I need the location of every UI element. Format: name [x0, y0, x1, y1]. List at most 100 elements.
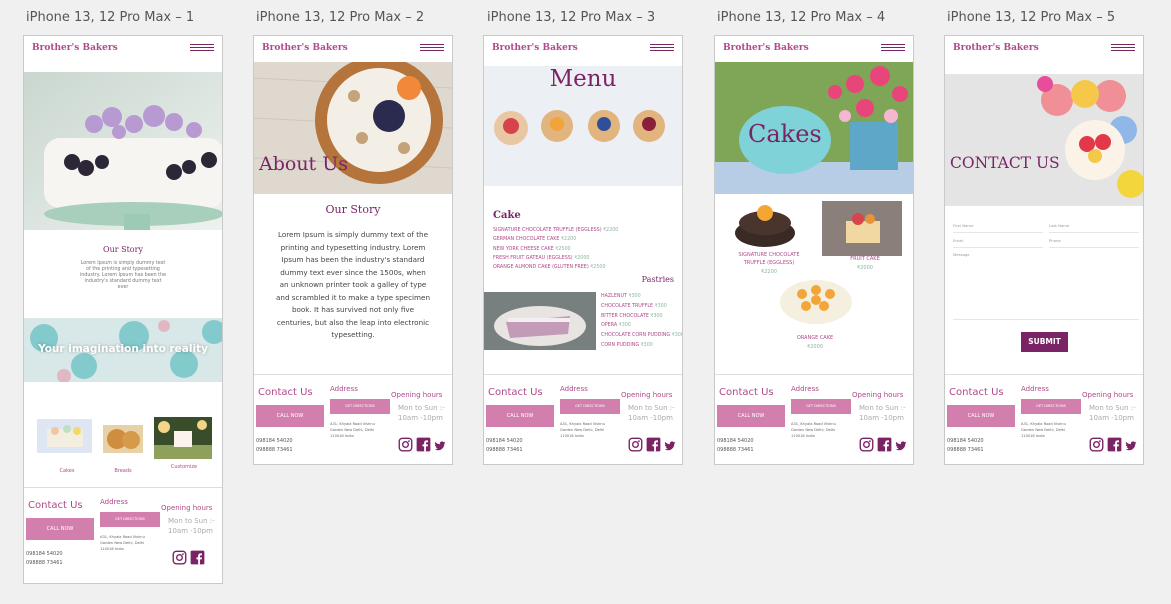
footer-hours-text: Mon to Sun :- 10am -10pm — [168, 516, 215, 536]
message-field[interactable]: Message — [953, 248, 1139, 320]
brand-logo[interactable]: Brother's Bakers — [953, 43, 1039, 53]
cake-item-2[interactable]: FRUIT CAKE ₹2000 — [830, 255, 900, 271]
contact-hero-image — [945, 74, 1143, 206]
phone-field[interactable]: Phone — [1049, 234, 1139, 248]
footer-contact-title: Contact Us — [719, 387, 774, 398]
pastry-item-name: CHOCOLATE CORN PUDDING — [601, 333, 672, 339]
cake-item-price: ₹2500 — [590, 265, 606, 271]
phone-2[interactable]: 098888 73461 — [26, 559, 63, 568]
cakes-heading: Cakes — [748, 120, 822, 148]
phone-1[interactable]: 098184 54020 — [486, 437, 523, 446]
facebook-icon[interactable] — [1107, 437, 1122, 452]
brand-logo[interactable]: Brother's Bakers — [32, 43, 118, 53]
phone-2[interactable]: 098888 73461 — [256, 446, 293, 455]
cake-item-image-3[interactable] — [777, 276, 855, 328]
phone-2[interactable]: 098888 73461 — [717, 446, 754, 455]
about-story-text: Lorem Ipsum is simply dummy text of the … — [276, 230, 430, 339]
instagram-icon[interactable] — [398, 437, 413, 452]
footer-phones: 098184 54020 098888 73461 — [486, 437, 523, 455]
pastry-item-name: CORN PUDDING — [601, 342, 641, 348]
header: Brother's Bakers — [24, 36, 222, 62]
hours-time: 10am -10pm — [859, 414, 904, 422]
instagram-icon[interactable] — [1089, 437, 1104, 452]
footer-phones: 098184 54020 098888 73461 — [717, 437, 754, 455]
call-now-button[interactable]: CALL NOW — [947, 405, 1015, 427]
facebook-icon[interactable] — [646, 437, 661, 452]
hours-time: 10am -10pm — [398, 414, 443, 422]
footer-address-title: Address — [791, 385, 819, 393]
hamburger-menu-icon[interactable] — [420, 44, 444, 54]
call-now-button[interactable]: CALL NOW — [717, 405, 785, 427]
instagram-icon[interactable] — [172, 550, 187, 565]
pastry-item: BITTER CHOCOLATE ₹300 — [601, 312, 682, 322]
submit-button[interactable]: SUBMIT — [1021, 332, 1068, 352]
hamburger-menu-icon[interactable] — [881, 44, 905, 54]
twitter-icon[interactable] — [1125, 440, 1137, 452]
pastry-item-price: ₹300 — [650, 313, 663, 319]
instagram-icon[interactable] — [859, 437, 874, 452]
hamburger-menu-icon[interactable] — [650, 44, 674, 54]
footer-address-text: A31, Khyala Road Vishnu Garden New Delhi… — [791, 422, 836, 438]
header: Brother's Bakers — [945, 36, 1143, 62]
get-directions-button[interactable]: GET DIRECTIONS — [791, 399, 851, 414]
cake-item: GERMAN CHOCOLATE CAKE ₹2200 — [493, 235, 618, 244]
cake-item-name: NEW YORK CHEESE CAKE — [493, 246, 556, 252]
category-customize-label[interactable]: Customize — [155, 464, 213, 470]
cake-item-1[interactable]: SIGNATURE CHOCOLATE TRUFFLE (EGGLESS) ₹22… — [729, 251, 809, 275]
hamburger-menu-icon[interactable] — [1111, 44, 1135, 54]
twitter-icon[interactable] — [664, 440, 676, 452]
category-breads-label[interactable]: Breads — [93, 468, 153, 474]
cake-item-price: ₹2500 — [555, 246, 571, 252]
footer-hours-text: Mon to Sun :- 10am -10pm — [1089, 403, 1136, 423]
pastry-item-name: CHOCOLATE TRUFFLE — [601, 303, 655, 309]
footer-phones: 098184 54020 098888 73461 — [947, 437, 984, 455]
cake-item-image-1[interactable] — [731, 199, 799, 251]
instagram-icon[interactable] — [628, 437, 643, 452]
get-directions-button[interactable]: GET DIRECTIONS — [1021, 399, 1081, 414]
footer-hours-text: Mon to Sun :- 10am -10pm — [628, 403, 675, 423]
footer-hours-text: Mon to Sun :- 10am -10pm — [859, 403, 906, 423]
twitter-icon[interactable] — [895, 440, 907, 452]
get-directions-button[interactable]: GET DIRECTIONS — [330, 399, 390, 414]
footer-contact-title: Contact Us — [258, 387, 313, 398]
phone-1[interactable]: 098184 54020 — [717, 437, 754, 446]
phone-1[interactable]: 098184 54020 — [26, 550, 63, 559]
cake-item-name: ORANGE CAKE — [796, 335, 834, 341]
brand-logo[interactable]: Brother's Bakers — [492, 43, 578, 53]
facebook-icon[interactable] — [877, 437, 892, 452]
call-now-button[interactable]: CALL NOW — [486, 405, 554, 427]
pastry-item-price: ₹300 — [671, 333, 683, 339]
call-now-button[interactable]: CALL NOW — [256, 405, 324, 427]
hours-days: Mon to Sun :- — [628, 404, 675, 412]
last-name-field[interactable]: Last Name — [1049, 219, 1139, 233]
cake-section-title: Cake — [493, 210, 521, 221]
phone-1[interactable]: 098184 54020 — [947, 437, 984, 446]
artboard-title-4: iPhone 13, 12 Pro Max – 4 — [717, 10, 886, 25]
home-screen: Brother's Bakers Our Story Lorem Ipsum i… — [23, 35, 223, 584]
email-field[interactable]: Email — [953, 234, 1043, 248]
contact-heading: CONTACT US — [950, 154, 1060, 172]
brand-logo[interactable]: Brother's Bakers — [262, 43, 348, 53]
cake-item-3[interactable]: ORANGE CAKE ₹2000 — [775, 334, 855, 350]
hamburger-menu-icon[interactable] — [190, 44, 214, 54]
phone-2[interactable]: 098888 73461 — [947, 446, 984, 455]
category-customize-image[interactable] — [154, 417, 212, 459]
phone-2[interactable]: 098888 73461 — [486, 446, 523, 455]
get-directions-button[interactable]: GET DIRECTIONS — [100, 512, 160, 527]
call-now-button[interactable]: CALL NOW — [26, 518, 94, 540]
cake-item-image-2[interactable] — [822, 201, 902, 256]
category-cakes-label[interactable]: Cakes — [37, 468, 97, 474]
category-breads-image[interactable] — [103, 425, 143, 453]
social-links — [398, 437, 446, 452]
brand-logo[interactable]: Brother's Bakers — [723, 43, 809, 53]
twitter-icon[interactable] — [434, 440, 446, 452]
footer-hours-title: Opening hours — [1082, 391, 1134, 399]
category-cakes-image[interactable] — [37, 419, 92, 453]
facebook-icon[interactable] — [190, 550, 205, 565]
cake-item-price: ₹2200 — [603, 228, 619, 233]
facebook-icon[interactable] — [416, 437, 431, 452]
get-directions-button[interactable]: GET DIRECTIONS — [560, 399, 620, 414]
first-name-field[interactable]: First Name — [953, 219, 1043, 233]
phone-1[interactable]: 098184 54020 — [256, 437, 293, 446]
pastry-item-name: HAZLENUT — [601, 294, 629, 299]
